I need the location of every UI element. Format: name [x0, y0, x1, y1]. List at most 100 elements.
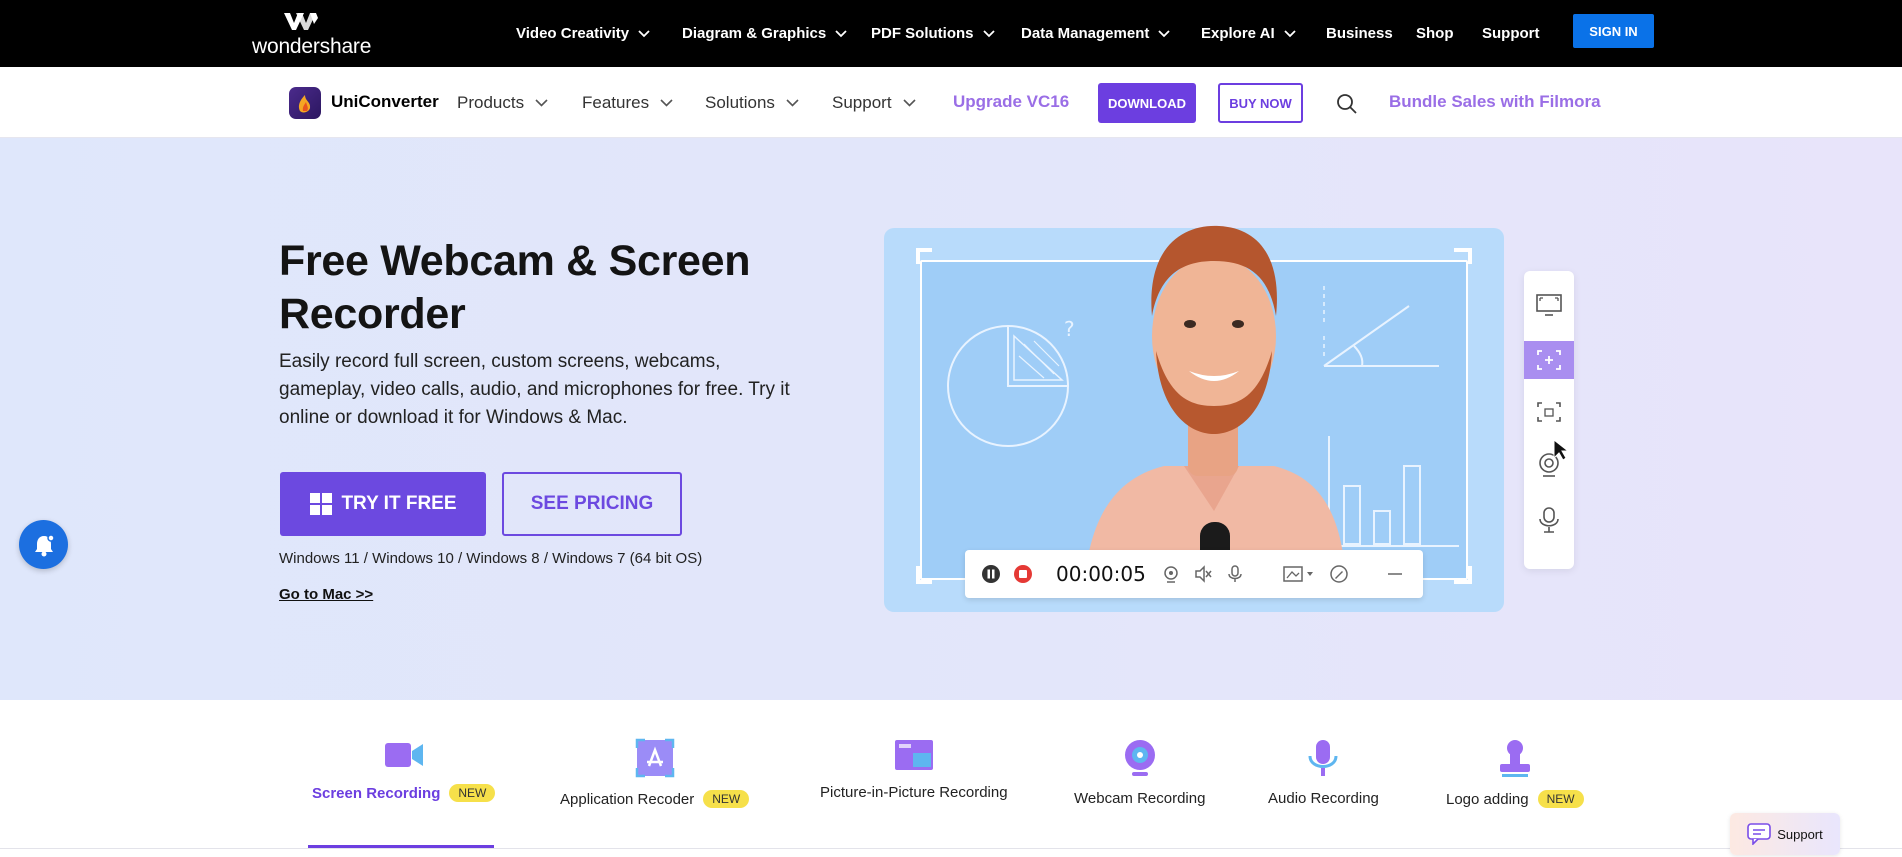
screenshot-dropdown-icon[interactable]	[1283, 564, 1317, 584]
chevron-down-icon	[535, 98, 548, 107]
nav-pdf-solutions[interactable]: PDF Solutions	[871, 0, 995, 67]
try-it-free-label: TRY IT FREE	[341, 493, 457, 514]
product-nav-label: Products	[457, 92, 525, 112]
chevron-down-icon	[902, 98, 916, 107]
nav-video-creativity[interactable]: Video Creativity	[516, 0, 650, 67]
tab-label: Logo adding	[1446, 790, 1529, 808]
uniconverter-flame-icon	[298, 95, 311, 113]
active-tab-indicator	[308, 845, 494, 848]
tabs-divider	[0, 848, 1902, 849]
support-chat-button[interactable]: Support	[1730, 813, 1840, 855]
window-capture-mode[interactable]	[1524, 393, 1574, 431]
nav-shop[interactable]: Shop	[1416, 0, 1454, 67]
chevron-down-icon	[835, 29, 847, 37]
try-it-free-button[interactable]: TRY IT FREE	[280, 472, 486, 536]
nav-label: Diagram & Graphics	[682, 25, 827, 42]
microphone-icon	[1539, 507, 1559, 533]
bell-icon	[34, 533, 55, 556]
tab-label: Picture-in-Picture Recording	[820, 784, 1008, 801]
chevron-down-icon	[1284, 29, 1296, 37]
nav-support[interactable]: Support	[1482, 0, 1540, 67]
product-name[interactable]: UniConverter	[331, 92, 439, 112]
tab-label: Webcam Recording	[1074, 790, 1206, 807]
speaker-mute-icon[interactable]	[1193, 564, 1213, 584]
target-window-icon	[1537, 402, 1561, 422]
tab-label: Application Recoder	[560, 790, 695, 808]
tab-label: Audio Recording	[1268, 790, 1379, 807]
buy-now-button[interactable]: BUY NOW	[1218, 83, 1303, 123]
crop-area-icon	[1537, 350, 1561, 370]
tab-application-recoder[interactable]: Application Recoder NEW	[560, 738, 750, 808]
full-screen-mode[interactable]	[1524, 286, 1574, 324]
uniconverter-logo-icon[interactable]	[289, 87, 321, 119]
tab-picture-in-picture[interactable]: Picture-in-Picture Recording	[820, 738, 1008, 801]
svg-text:?: ?	[1064, 317, 1075, 341]
wondershare-logo-text: wondershare	[252, 35, 372, 58]
chevron-down-icon	[1158, 29, 1171, 37]
chevron-down-icon	[660, 98, 673, 107]
nav-business[interactable]: Business	[1326, 0, 1393, 67]
notification-bell-button[interactable]	[19, 520, 68, 569]
tab-label: Screen Recording	[312, 784, 441, 802]
hero-section: Free Webcam & Screen Recorder Easily rec…	[0, 138, 1902, 700]
new-badge: NEW	[703, 790, 750, 808]
microphone-icon	[1308, 740, 1338, 776]
new-badge: NEW	[1537, 790, 1584, 808]
upgrade-link[interactable]: Upgrade VC16	[953, 92, 1069, 112]
picture-in-picture-icon	[894, 740, 933, 770]
minimize-icon[interactable]	[1385, 564, 1405, 584]
nav-explore-ai[interactable]: Explore AI	[1201, 0, 1296, 67]
download-button[interactable]: DOWNLOAD	[1098, 83, 1196, 123]
video-camera-icon	[384, 743, 423, 767]
global-header: wondershare Video Creativity Diagram & G…	[0, 0, 1902, 67]
audio-mode[interactable]	[1524, 501, 1574, 539]
wondershare-logo-icon	[284, 13, 318, 30]
windows-icon	[310, 493, 333, 515]
webcam-icon	[1124, 740, 1155, 776]
see-pricing-button[interactable]: SEE PRICING	[502, 472, 682, 536]
nav-label: Video Creativity	[516, 25, 630, 42]
hero-subtitle: Easily record full screen, custom screen…	[279, 351, 790, 428]
app-store-icon	[635, 738, 674, 778]
search-icon[interactable]	[1336, 93, 1358, 115]
sign-in-button[interactable]: SIGN IN	[1573, 14, 1654, 48]
tab-webcam-recording[interactable]: Webcam Recording	[1074, 738, 1205, 807]
nav-data-management[interactable]: Data Management	[1021, 0, 1171, 67]
page-title: Free Webcam & Screen Recorder	[279, 237, 751, 338]
microphone-icon[interactable]	[1225, 564, 1245, 584]
product-nav-label: Features	[582, 92, 650, 112]
chevron-down-icon	[786, 98, 799, 107]
go-to-mac-link[interactable]: Go to Mac >>	[279, 586, 373, 603]
stamp-icon	[1499, 740, 1530, 777]
new-badge: NEW	[449, 784, 496, 802]
product-nav-solutions[interactable]: Solutions	[705, 67, 799, 138]
custom-area-mode[interactable]	[1524, 341, 1574, 379]
recorder-toolbar: 00:00:05	[965, 550, 1423, 598]
tab-screen-recording[interactable]: Screen Recording NEW	[312, 738, 496, 802]
nav-label: PDF Solutions	[871, 25, 974, 42]
feature-tabs: Screen Recording NEW Application Recoder N…	[0, 700, 1902, 857]
annotate-pen-icon[interactable]	[1329, 564, 1349, 584]
webcam-toggle-icon[interactable]	[1161, 564, 1181, 584]
mouse-cursor-icon	[1553, 438, 1570, 461]
os-compatibility: Windows 11 / Windows 10 / Windows 8 / Wi…	[279, 550, 703, 567]
chevron-down-icon	[982, 29, 995, 37]
stop-record-icon[interactable]	[1013, 564, 1033, 584]
monitor-icon	[1536, 294, 1562, 316]
nav-diagram-graphics[interactable]: Diagram & Graphics	[682, 0, 847, 67]
product-header: UniConverter Products Features Solutions…	[0, 67, 1902, 138]
product-nav-label: Support	[832, 92, 892, 112]
recording-timer: 00:00:05	[1056, 562, 1146, 586]
bundle-sales-link[interactable]: Bundle Sales with Filmora	[1389, 92, 1601, 112]
chat-bubble-icon	[1747, 823, 1772, 845]
product-nav-label: Solutions	[705, 92, 775, 112]
tab-logo-adding[interactable]: Logo adding NEW	[1446, 738, 1584, 808]
product-nav-products[interactable]: Products	[457, 67, 548, 138]
product-nav-support[interactable]: Support	[832, 67, 916, 138]
product-nav-features[interactable]: Features	[582, 67, 673, 138]
pause-icon[interactable]	[981, 564, 1001, 584]
capture-mode-panel	[1524, 271, 1574, 569]
wondershare-logo[interactable]: wondershare	[252, 10, 371, 58]
tab-audio-recording[interactable]: Audio Recording	[1268, 738, 1379, 807]
nav-label: Data Management	[1021, 25, 1150, 42]
